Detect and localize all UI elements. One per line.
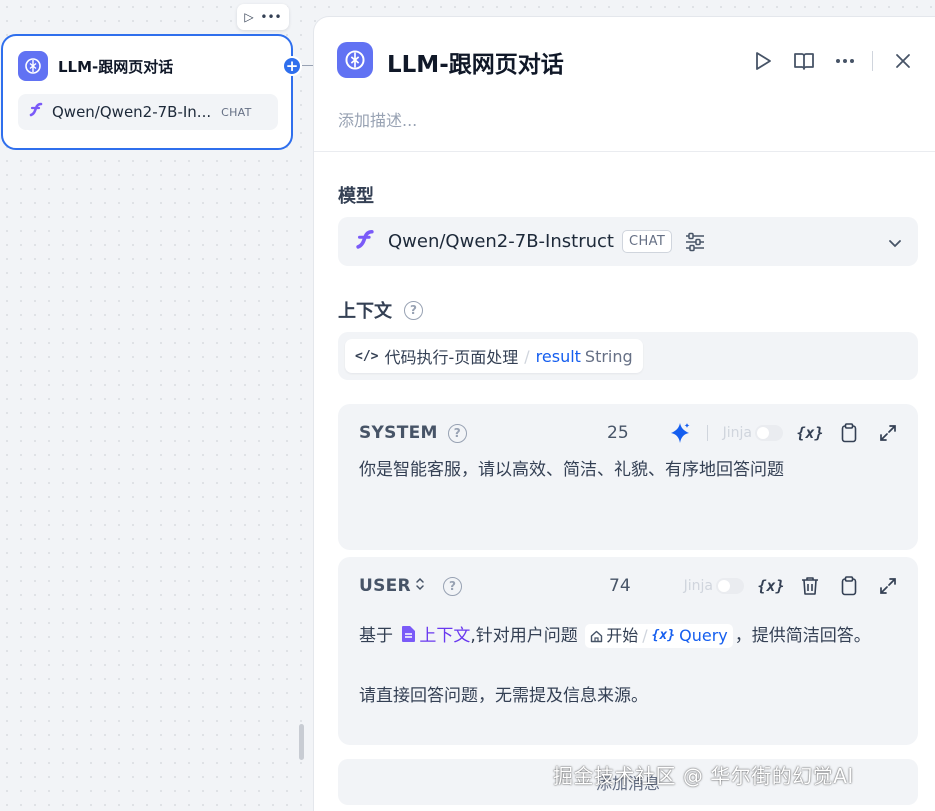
- model-section-label: 模型: [338, 182, 374, 208]
- query-variable-chip: 开始 / {x} Query: [585, 624, 733, 648]
- jinja-toggle[interactable]: Jinja: [684, 578, 744, 594]
- jinja-label: Jinja: [722, 425, 752, 441]
- user-prompt-tools: Jinja {x}: [684, 574, 900, 598]
- panel-actions: [735, 48, 916, 74]
- prompt-text-segment: 基于: [359, 626, 393, 646]
- insert-variable-icon[interactable]: {x}: [757, 574, 784, 598]
- model-selector[interactable]: Qwen/Qwen2-7B-Instruct CHAT: [338, 217, 918, 266]
- home-icon: [591, 630, 603, 642]
- variable-icon: {x}: [651, 628, 676, 643]
- context-ref-label: 上下文: [419, 626, 471, 646]
- context-variable-chip[interactable]: </> 代码执行-页面处理 / result String: [345, 339, 643, 373]
- context-label-text: 上下文: [338, 301, 392, 322]
- more-icon[interactable]: [832, 48, 858, 74]
- token-count: 25: [607, 423, 629, 443]
- prompt-role-label: USER: [359, 576, 411, 596]
- user-prompt-text[interactable]: 基于 上下文,针对用户问题 开始 / {x} Query ，提供简洁回答。 请直…: [359, 621, 898, 711]
- system-prompt-card[interactable]: SYSTEM ? 25 Jinja {x} 你是智能客服，请以高效、简洁、礼貌、…: [338, 404, 918, 550]
- context-variable-field[interactable]: </> 代码执行-页面处理 / result String: [338, 332, 918, 380]
- query-variable-name: Query: [679, 626, 728, 645]
- prompt-text-segment: ,针对用户问题: [470, 626, 578, 646]
- expand-icon[interactable]: [876, 421, 900, 445]
- jinja-switch[interactable]: [755, 425, 783, 441]
- model-label-text: 模型: [338, 186, 374, 207]
- source-node-name: 代码执行-页面处理: [384, 348, 519, 367]
- node-model-chip: Qwen/Qwen2-7B-In... CHAT: [18, 94, 278, 130]
- node-header: LLM-跟网页对话: [18, 51, 173, 81]
- insert-variable-icon[interactable]: {x}: [796, 421, 823, 445]
- prompt-text-segment: ，提供简洁回答。: [734, 626, 871, 646]
- node-model-tag: CHAT: [221, 105, 252, 119]
- panel-header: LLM-跟网页对话 添加描述...: [314, 17, 935, 152]
- help-icon[interactable]: ?: [442, 576, 462, 596]
- context-section-label: 上下文 ?: [338, 297, 423, 323]
- prompt-role-selector[interactable]: USER: [359, 576, 425, 596]
- help-icon[interactable]: ?: [447, 423, 467, 443]
- system-prompt-header: SYSTEM ? 25 Jinja {x}: [359, 421, 900, 445]
- document-icon: [402, 626, 416, 642]
- system-prompt-text[interactable]: 你是智能客服，请以高效、简洁、礼貌、有序地回答问题: [359, 455, 898, 485]
- user-prompt-header: USER ? 74 Jinja {x}: [359, 574, 900, 598]
- play-icon[interactable]: ▷: [244, 11, 253, 23]
- ai-generate-sparkle-icon[interactable]: [668, 421, 692, 445]
- panel-title[interactable]: LLM-跟网页对话: [387, 45, 564, 79]
- expand-icon[interactable]: [876, 574, 900, 598]
- prompt-text-line: 请直接回答问题，无需提及信息来源。: [359, 686, 648, 706]
- clipboard-icon[interactable]: [837, 574, 861, 598]
- user-prompt-card[interactable]: USER ? 74 Jinja {x} 基于 上下文,针对用户问题 开始 / {…: [338, 557, 918, 745]
- node-title: LLM-跟网页对话: [58, 57, 174, 76]
- jinja-label: Jinja: [683, 578, 713, 594]
- watermark: 掘金技术社区 @ 华尔街的幻觉AI: [553, 764, 854, 788]
- code-node-icon: </>: [355, 348, 379, 364]
- clipboard-icon[interactable]: [837, 421, 861, 445]
- actions-divider: [872, 51, 873, 71]
- jinja-switch[interactable]: [716, 578, 744, 594]
- llm-brain-icon: [337, 42, 373, 78]
- query-source-node: 开始: [606, 626, 639, 645]
- model-params-icon[interactable]: [684, 232, 706, 252]
- llm-node-card[interactable]: LLM-跟网页对话 Qwen/Qwen2-7B-In... CHAT: [1, 34, 293, 150]
- close-icon[interactable]: [890, 48, 916, 74]
- book-icon[interactable]: [791, 48, 817, 74]
- token-count: 74: [609, 576, 631, 596]
- path-separator: /: [524, 346, 530, 366]
- help-icon[interactable]: ?: [404, 300, 423, 320]
- chevron-down-icon[interactable]: [888, 233, 902, 252]
- node-model-name: Qwen/Qwen2-7B-In...: [52, 103, 212, 121]
- variable-name: result: [535, 346, 581, 366]
- jinja-toggle[interactable]: Jinja: [723, 425, 783, 441]
- play-icon[interactable]: [750, 48, 776, 74]
- role-switch-icon[interactable]: [415, 576, 425, 596]
- context-reference: 上下文: [398, 626, 470, 646]
- llm-brain-icon: [18, 51, 48, 81]
- delete-icon[interactable]: [798, 574, 822, 598]
- add-node-plus-button[interactable]: +: [282, 56, 302, 76]
- model-name: Qwen/Qwen2-7B-Instruct: [388, 231, 614, 252]
- canvas-scroll-handle[interactable]: [299, 724, 304, 760]
- variable-type: String: [584, 346, 633, 366]
- node-config-panel: LLM-跟网页对话 添加描述... 模型 Qwen/Qwen2-7B-Instr…: [313, 16, 935, 811]
- model-mode-badge: CHAT: [621, 230, 673, 253]
- node-toolbar: ▷ •••: [237, 4, 289, 30]
- prompt-role-label: SYSTEM: [359, 423, 438, 443]
- model-provider-icon: [354, 229, 376, 255]
- system-prompt-tools: Jinja {x}: [653, 421, 900, 445]
- more-icon[interactable]: •••: [260, 11, 281, 23]
- path-separator: /: [642, 626, 648, 645]
- tools-divider: [706, 425, 708, 441]
- model-provider-icon: [28, 102, 44, 122]
- description-input[interactable]: 添加描述...: [338, 107, 417, 131]
